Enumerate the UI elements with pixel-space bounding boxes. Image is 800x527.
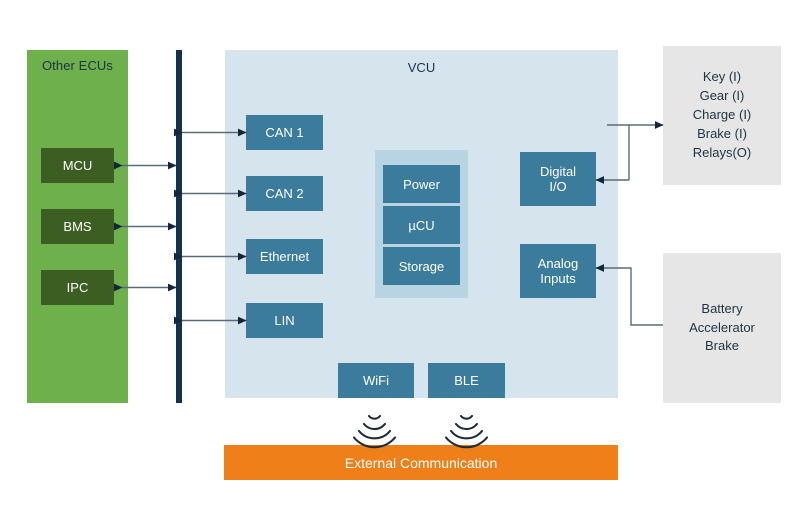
ecu-block-bms-label: BMS (63, 219, 92, 234)
io-digital[interactable]: Digital I/O (520, 152, 596, 206)
io-analog[interactable]: Analog Inputs (520, 244, 596, 298)
core-block-storage[interactable]: Storage (383, 247, 460, 285)
digital-io-signals-panel: Key (I) Gear (I) Charge (I) Brake (I) Re… (663, 46, 781, 185)
core-block-power[interactable]: Power (383, 165, 460, 203)
external-communication-label: External Communication (344, 454, 498, 471)
signal-battery: Battery (701, 300, 743, 316)
core-block-storage-label: Storage (398, 258, 445, 274)
bluetooth-signal-icon (444, 414, 489, 449)
core-block-power-label: Power (403, 176, 440, 192)
ecu-block-mcu[interactable]: MCU (41, 148, 114, 183)
signal-gear: Gear (I) (699, 88, 745, 104)
vehicle-bus-line (176, 50, 182, 403)
interface-can2-label: CAN 2 (265, 185, 304, 201)
wireless-wifi-label: WiFi (363, 372, 389, 388)
wireless-wifi[interactable]: WiFi (338, 363, 414, 398)
vcu-title: VCU (407, 60, 436, 75)
signal-relays: Relays(O) (692, 144, 752, 160)
ecu-block-mcu-label: MCU (62, 158, 93, 173)
signal-key: Key (I) (702, 69, 742, 85)
wireless-ble-label: BLE (454, 372, 479, 388)
ecu-block-bms[interactable]: BMS (41, 209, 114, 244)
interface-can1[interactable]: CAN 1 (246, 115, 323, 150)
interface-lin-label: LIN (274, 312, 295, 328)
signal-accelerator: Accelerator (689, 319, 755, 335)
io-analog-label-line1: Analog (537, 255, 579, 271)
diagram-canvas: Other ECUs MCU BMS IPC VCU CAN 1 CAN 2 E… (0, 0, 800, 527)
external-communication-bar[interactable]: External Communication (224, 445, 618, 480)
signal-brake: Brake (I) (697, 125, 747, 141)
ecu-block-ipc-label: IPC (66, 280, 89, 295)
ecu-block-ipc[interactable]: IPC (41, 270, 114, 305)
analog-input-signals-panel: Battery Accelerator Brake (663, 253, 781, 403)
io-analog-label-line2: Inputs (540, 271, 576, 286)
wifi-signal-icon (352, 414, 397, 449)
interface-can1-label: CAN 1 (265, 124, 304, 140)
interface-ethernet-label: Ethernet (259, 248, 310, 264)
io-digital-label-line1: Digital (539, 163, 577, 179)
signal-brake-analog: Brake (705, 338, 739, 354)
other-ecus-title: Other ECUs (41, 58, 114, 73)
signal-charge: Charge (I) (692, 107, 752, 123)
interface-lin[interactable]: LIN (246, 303, 323, 338)
core-block-ucu-label: µCU (408, 217, 435, 233)
io-digital-label-line2: I/O (549, 179, 567, 194)
interface-ethernet[interactable]: Ethernet (246, 239, 323, 274)
wireless-ble[interactable]: BLE (428, 363, 505, 398)
interface-can2[interactable]: CAN 2 (246, 176, 323, 211)
core-block-ucu[interactable]: µCU (383, 206, 460, 244)
